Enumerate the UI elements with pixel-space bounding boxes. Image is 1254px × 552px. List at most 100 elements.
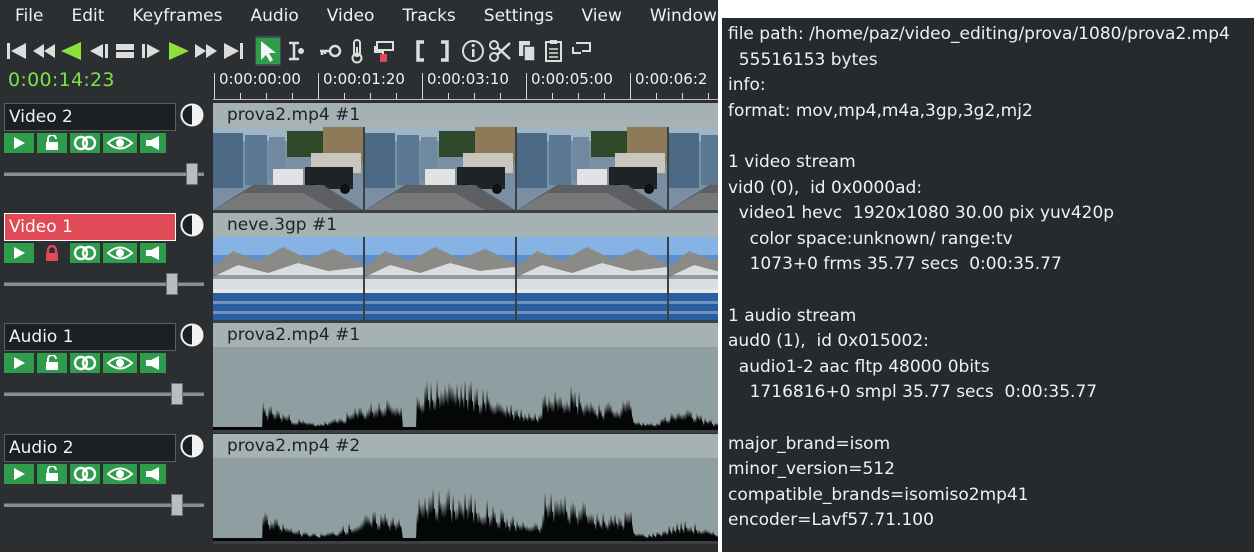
track-fade-dial-icon[interactable] [180, 213, 204, 237]
info-line: format: mov,mp4,m4a,3gp,3g2,mj2 [728, 100, 1033, 121]
menu-window[interactable]: Window [635, 0, 718, 32]
step-forward-icon[interactable] [139, 36, 165, 66]
ruler-major-tick [214, 73, 215, 99]
track-buttons [4, 133, 169, 153]
thermometer-icon[interactable] [344, 36, 370, 66]
play-icon[interactable] [166, 36, 192, 66]
play-track-icon[interactable] [4, 464, 34, 484]
menu-file[interactable]: File [0, 0, 56, 32]
mute-speaker-icon[interactable] [140, 464, 166, 484]
clip-video-1[interactable]: neve.3gp #1 [213, 213, 718, 323]
play-track-icon[interactable] [4, 243, 34, 263]
video-thumbnail [669, 127, 718, 210]
menu-settings[interactable]: Settings [469, 0, 567, 32]
menu-tracks[interactable]: Tracks [387, 0, 468, 32]
mute-speaker-icon[interactable] [140, 353, 166, 373]
stop-icon[interactable] [112, 36, 138, 66]
track-header-video-1: Video 1 [0, 211, 213, 321]
media-info-panel: file path: /home/paz/video_editing/prova… [722, 18, 1254, 552]
visibility-eye-icon[interactable] [103, 464, 137, 484]
audio-waveform [213, 347, 718, 433]
slice-icon[interactable] [568, 36, 594, 66]
go-start-icon[interactable] [4, 36, 30, 66]
video-thumbnail [213, 127, 363, 210]
play-reverse-icon[interactable] [58, 36, 84, 66]
copy-icon[interactable] [514, 36, 540, 66]
link-icon[interactable] [70, 464, 100, 484]
info-line: info: [728, 75, 766, 96]
track-fade-dial-icon[interactable] [180, 434, 204, 458]
slider-thumb[interactable] [186, 163, 198, 185]
info-icon[interactable] [460, 36, 486, 66]
ruler-label: 0:00:03:10 [427, 70, 509, 88]
editor-window: File Edit Keyframes Audio Video Tracks S… [0, 0, 718, 552]
slider-thumb[interactable] [171, 383, 183, 405]
mute-speaker-icon[interactable] [140, 243, 166, 263]
info-line: 1 audio stream [728, 305, 857, 326]
visibility-eye-icon[interactable] [103, 133, 137, 153]
track-name-field[interactable]: Audio 2 [4, 434, 176, 462]
info-line: minor_version=512 [728, 459, 895, 480]
clip-video-2[interactable]: prova2.mp4 #1 [213, 103, 718, 213]
fast-forward-icon[interactable] [193, 36, 219, 66]
track-name-field[interactable]: Video 1 [4, 213, 176, 241]
video-thumbnail [365, 237, 515, 320]
track-volume-slider[interactable] [4, 273, 204, 295]
ruler-minor-tick [344, 93, 345, 99]
lock-icon[interactable] [37, 464, 67, 484]
track-fade-dial-icon[interactable] [180, 103, 204, 127]
visibility-eye-icon[interactable] [103, 243, 137, 263]
visibility-eye-icon[interactable] [103, 353, 137, 373]
ruler-major-tick [422, 73, 423, 99]
info-line [728, 124, 1254, 150]
bracket-left-icon[interactable] [406, 36, 432, 66]
menu-keyframes[interactable]: Keyframes [117, 0, 235, 32]
scissors-icon[interactable] [487, 36, 513, 66]
lock-icon[interactable] [37, 353, 67, 373]
track-name-field[interactable]: Audio 1 [4, 323, 176, 351]
link-icon[interactable] [70, 243, 100, 263]
slider-thumb[interactable] [166, 273, 178, 295]
track-volume-slider[interactable] [4, 494, 204, 516]
trim-tool-icon[interactable] [282, 36, 308, 66]
play-track-icon[interactable] [4, 353, 34, 373]
track-volume-slider[interactable] [4, 383, 204, 405]
ruler-label: 0:00:06:2 [635, 70, 708, 88]
select-arrow-icon[interactable] [255, 36, 281, 66]
go-end-icon[interactable] [220, 36, 246, 66]
paste-icon[interactable] [541, 36, 567, 66]
paint-icon[interactable] [371, 36, 397, 66]
track-header-audio-2: Audio 2 [0, 432, 213, 542]
track-name-field[interactable]: Video 2 [4, 103, 176, 131]
video-thumbnail [669, 237, 718, 320]
lock-icon[interactable] [37, 133, 67, 153]
link-icon[interactable] [70, 133, 100, 153]
key-icon[interactable] [317, 36, 343, 66]
lock-icon[interactable] [37, 243, 67, 263]
track-volume-slider[interactable] [4, 163, 204, 185]
bracket-right-icon[interactable] [433, 36, 459, 66]
ruler-minor-tick [370, 93, 371, 99]
link-icon[interactable] [70, 353, 100, 373]
clip-title: prova2.mp4 #1 [213, 323, 718, 347]
info-line [728, 406, 1254, 432]
rewind-icon[interactable] [31, 36, 57, 66]
menu-edit[interactable]: Edit [56, 0, 117, 32]
clip-title: prova2.mp4 #2 [213, 434, 718, 458]
play-track-icon[interactable] [4, 133, 34, 153]
step-back-icon[interactable] [85, 36, 111, 66]
track-fade-dial-icon[interactable] [180, 323, 204, 347]
clip-audio-1[interactable]: prova2.mp4 #1 [213, 323, 718, 433]
mute-speaker-icon[interactable] [140, 133, 166, 153]
info-line [728, 278, 1254, 304]
menu-audio[interactable]: Audio [235, 0, 311, 32]
menu-video[interactable]: Video [312, 0, 388, 32]
info-line: major_brand=isom [728, 433, 891, 454]
clip-audio-2[interactable]: prova2.mp4 #2 [213, 434, 718, 544]
timeline-ruler[interactable]: 0:00:00:00 0:00:01:20 0:00:03:10 0:00:05… [213, 68, 718, 100]
slider-thumb[interactable] [171, 494, 183, 516]
ruler-minor-tick [448, 93, 449, 99]
menu-view[interactable]: View [567, 0, 635, 32]
info-line: 1073+0 frms 35.77 secs 0:00:35.77 [728, 254, 1062, 275]
info-line: aud0 (1), id 0x015002: [728, 331, 929, 352]
